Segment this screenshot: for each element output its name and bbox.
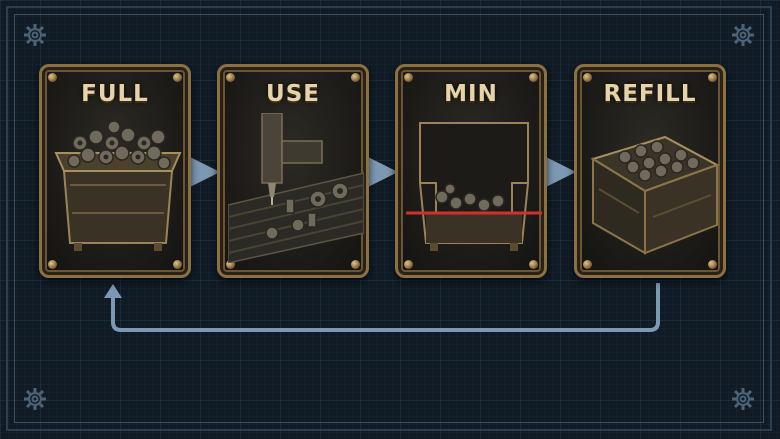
gear-icon xyxy=(732,24,754,46)
step-title: REFILL xyxy=(603,81,697,107)
gear-icon xyxy=(732,388,754,410)
gear-icon xyxy=(24,388,46,410)
step-card-refill: REFILL xyxy=(574,64,726,278)
step-card-min: MIN xyxy=(395,64,547,278)
min-level-bin-icon xyxy=(406,122,542,251)
refilled-crate-icon xyxy=(590,135,720,255)
step-card-full: FULL xyxy=(39,64,191,278)
step-title: MIN xyxy=(444,81,498,107)
machining-table-icon xyxy=(228,113,364,263)
gear-icon xyxy=(24,24,46,46)
step-card-use: USE xyxy=(217,64,369,278)
step-title: FULL xyxy=(81,81,149,107)
full-bin-icon xyxy=(54,120,182,251)
step-title: USE xyxy=(266,81,320,107)
